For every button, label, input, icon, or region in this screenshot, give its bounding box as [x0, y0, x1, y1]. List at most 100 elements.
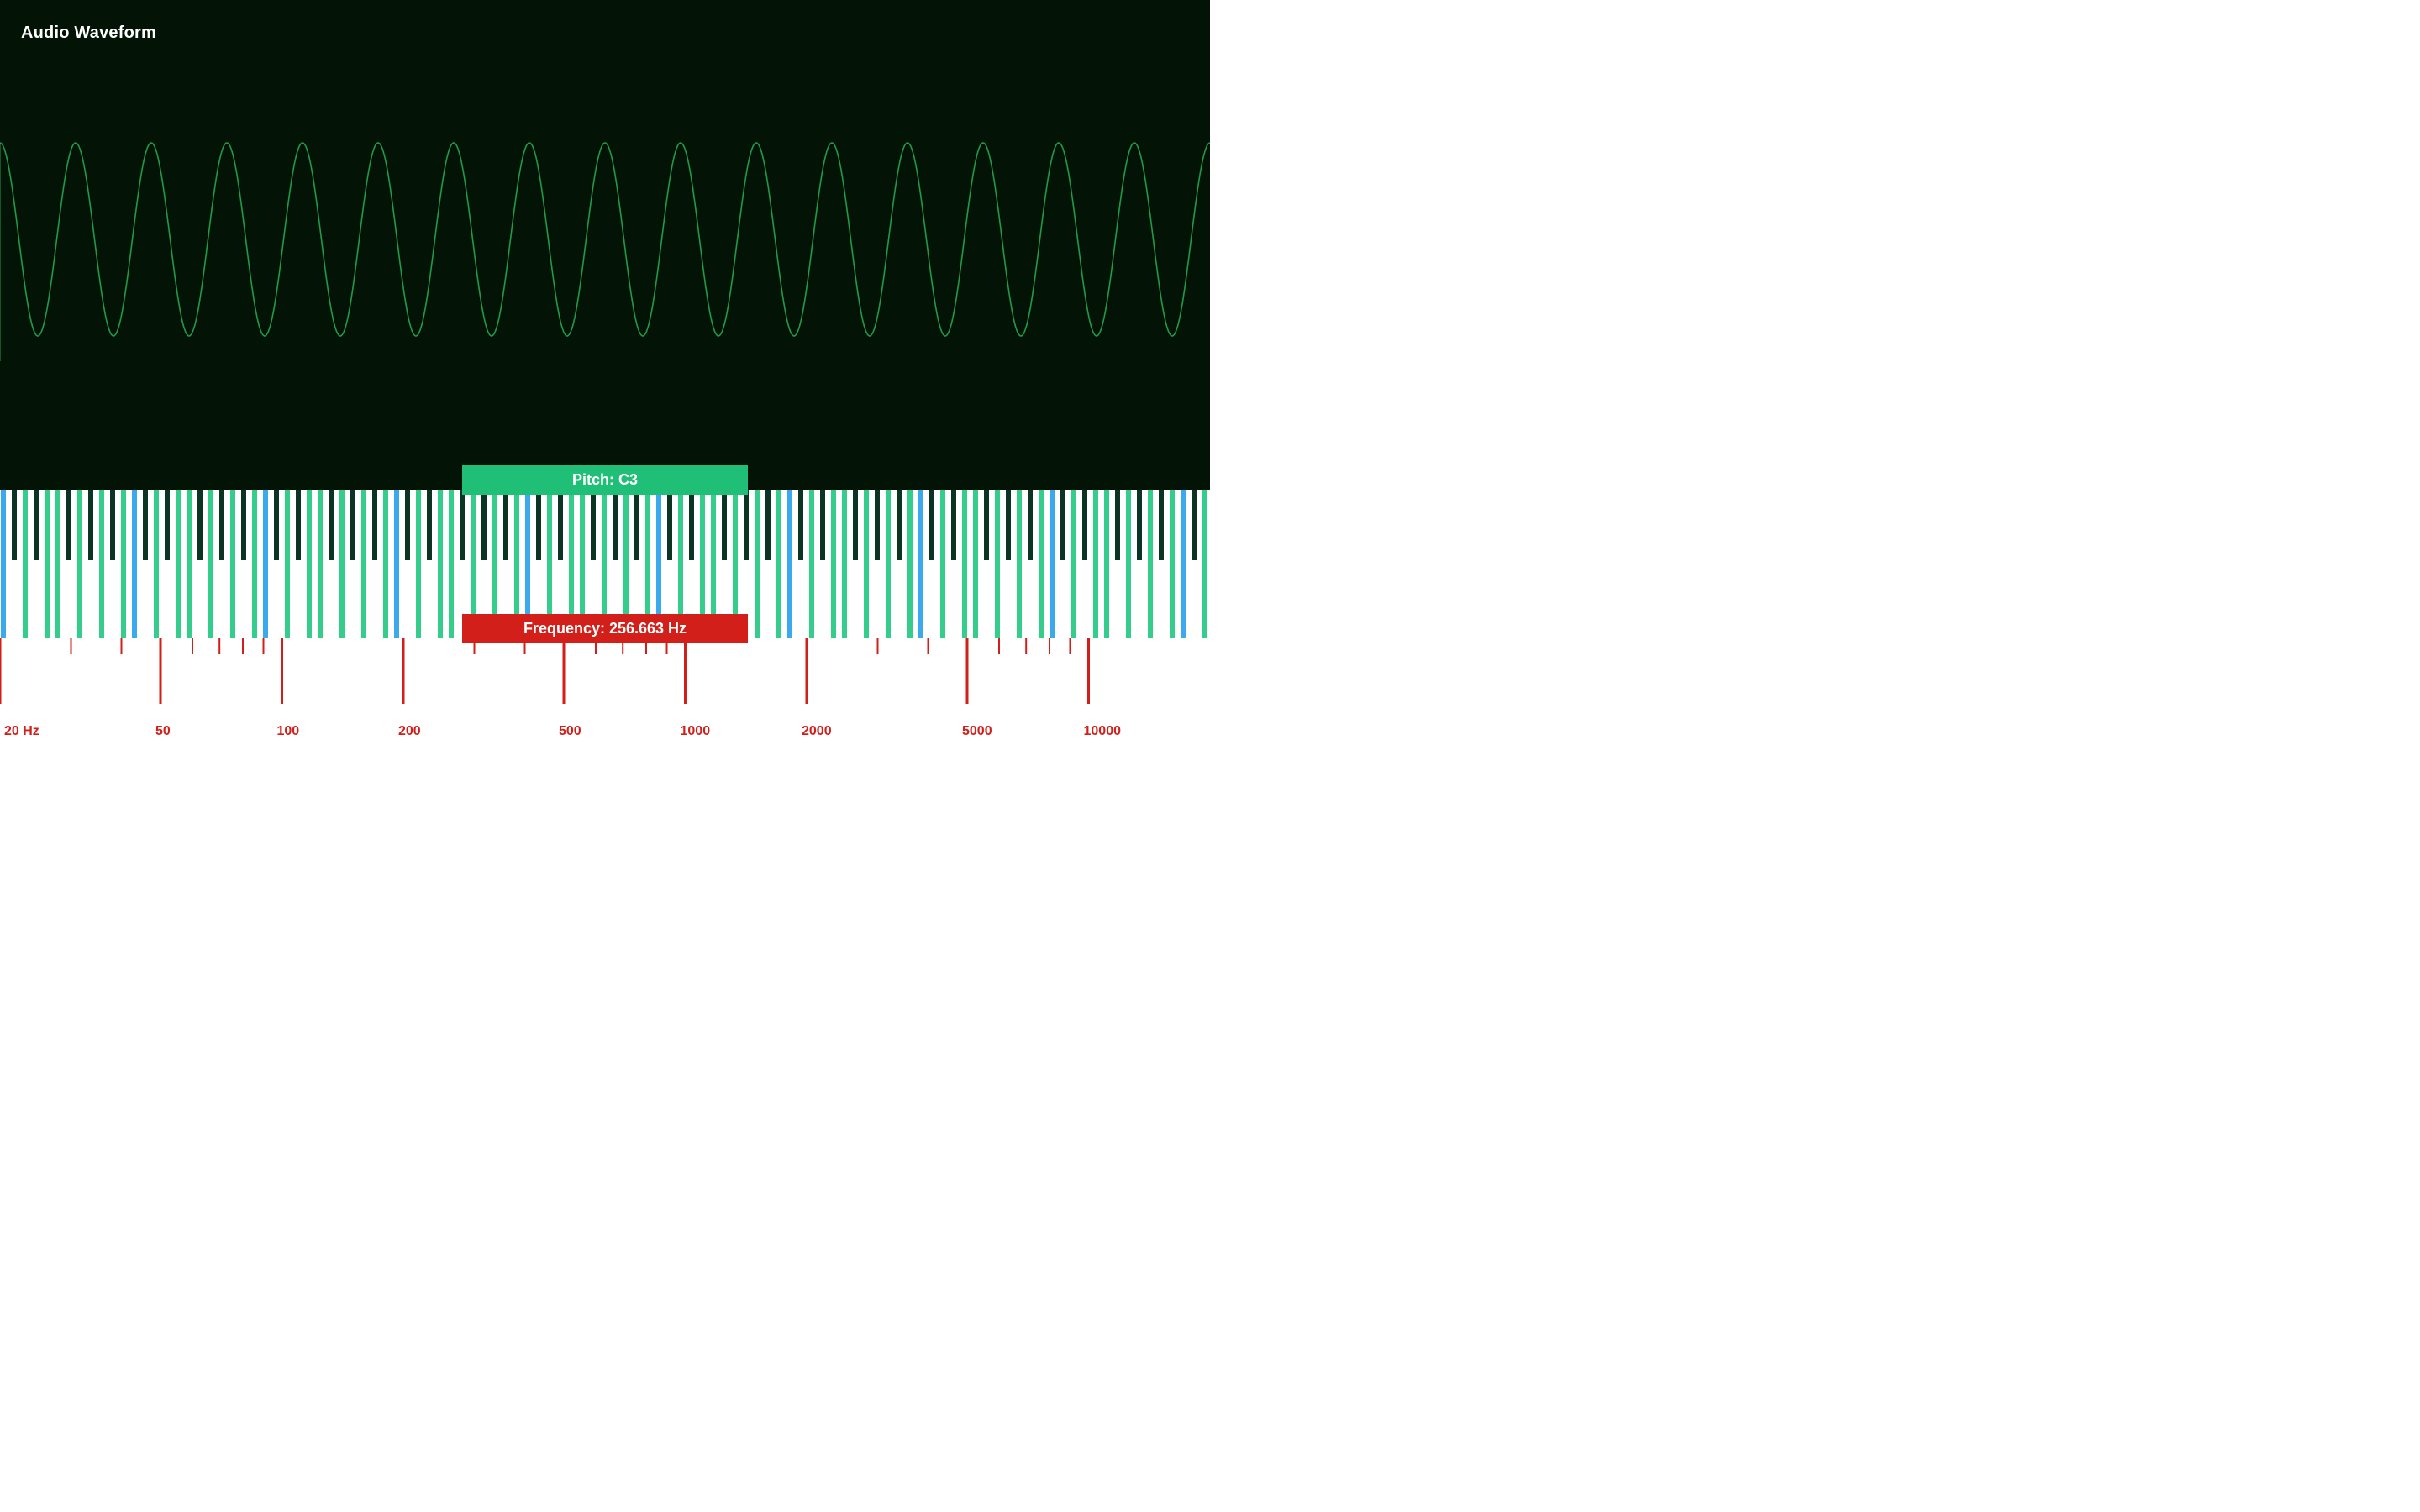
piano-key-white[interactable] [973, 490, 978, 638]
piano-key-black[interactable] [350, 490, 355, 560]
piano-key-black[interactable] [460, 490, 465, 560]
piano-key-black[interactable] [1082, 490, 1087, 560]
piano-key-white[interactable] [908, 490, 913, 638]
piano-key-white[interactable] [339, 490, 345, 638]
piano-key-black[interactable] [34, 490, 39, 560]
piano-key-black[interactable] [405, 490, 410, 560]
piano-key-c[interactable] [918, 490, 923, 638]
piano-key-c[interactable] [1, 490, 6, 638]
piano-key-white[interactable] [1170, 490, 1175, 638]
piano-key-black[interactable] [110, 490, 115, 560]
piano-key-black[interactable] [66, 490, 71, 560]
piano-key-black[interactable] [897, 490, 902, 560]
piano-key-black[interactable] [591, 490, 596, 560]
piano-key-black[interactable] [241, 490, 246, 560]
piano-key-c[interactable] [394, 490, 399, 638]
piano-key-black[interactable] [820, 490, 825, 560]
piano-key-white[interactable] [755, 490, 760, 638]
piano-key-white[interactable] [776, 490, 781, 638]
piano-key-white[interactable] [307, 490, 312, 638]
piano-key-c[interactable] [787, 490, 792, 638]
piano-key-white[interactable] [1202, 490, 1207, 638]
piano-key-c[interactable] [132, 490, 137, 638]
piano-key-black[interactable] [219, 490, 224, 560]
piano-key-black[interactable] [744, 490, 749, 560]
ruler-tick-label: 20 Hz [4, 724, 39, 739]
piano-key-white[interactable] [1093, 490, 1098, 638]
piano-key-black[interactable] [1060, 490, 1065, 560]
piano-key-black[interactable] [536, 490, 541, 560]
piano-key-black[interactable] [765, 490, 771, 560]
piano-key-black[interactable] [1159, 490, 1164, 560]
piano-key-white[interactable] [230, 490, 235, 638]
piano-key-c[interactable] [1050, 490, 1055, 638]
piano-key-black[interactable] [613, 490, 618, 560]
piano-key-white[interactable] [962, 490, 967, 638]
piano-key-black[interactable] [558, 490, 563, 560]
piano-key-white[interactable] [809, 490, 814, 638]
piano-key-white[interactable] [940, 490, 945, 638]
piano-key-black[interactable] [503, 490, 508, 560]
piano-key-black[interactable] [427, 490, 432, 560]
piano-key-black[interactable] [329, 490, 334, 560]
piano-key-white[interactable] [995, 490, 1000, 638]
piano-key-black[interactable] [143, 490, 148, 560]
piano-key-white[interactable] [208, 490, 213, 638]
piano-key-black[interactable] [197, 490, 203, 560]
piano-key-white[interactable] [1104, 490, 1109, 638]
piano-key-black[interactable] [875, 490, 880, 560]
piano-key-black[interactable] [1137, 490, 1142, 560]
piano-key-white[interactable] [842, 490, 847, 638]
piano-key-black[interactable] [798, 490, 803, 560]
piano-key-black[interactable] [853, 490, 858, 560]
piano-key-white[interactable] [383, 490, 388, 638]
piano-key-white[interactable] [1071, 490, 1076, 638]
piano-key-white[interactable] [99, 490, 104, 638]
piano-key-white[interactable] [449, 490, 454, 638]
piano-key-black[interactable] [1006, 490, 1011, 560]
piano-key-white[interactable] [1017, 490, 1022, 638]
piano-key-white[interactable] [831, 490, 836, 638]
piano-key-black[interactable] [1028, 490, 1033, 560]
piano-key-white[interactable] [121, 490, 126, 638]
piano-key-black[interactable] [689, 490, 694, 560]
piano-key-white[interactable] [23, 490, 28, 638]
piano-key-black[interactable] [722, 490, 727, 560]
piano-key-white[interactable] [154, 490, 159, 638]
piano-key-white[interactable] [187, 490, 192, 638]
frequency-ruler[interactable]: 20 Hz5010020050010002000500010000 [0, 638, 1210, 756]
piano-key-black[interactable] [1115, 490, 1120, 560]
piano-key-black[interactable] [274, 490, 279, 560]
piano-key-white[interactable] [416, 490, 421, 638]
piano-key-black[interactable] [634, 490, 639, 560]
piano-key-white[interactable] [55, 490, 60, 638]
piano-key-white[interactable] [252, 490, 257, 638]
piano-key-white[interactable] [1126, 490, 1131, 638]
piano-key-black[interactable] [12, 490, 17, 560]
piano-key-white[interactable] [1148, 490, 1153, 638]
piano-key-black[interactable] [88, 490, 93, 560]
piano-key-white[interactable] [45, 490, 50, 638]
ruler-tick-label: 5000 [962, 724, 992, 739]
piano-key-c[interactable] [1181, 490, 1186, 638]
piano-key-white[interactable] [1039, 490, 1044, 638]
piano-key-black[interactable] [372, 490, 377, 560]
piano-key-black[interactable] [296, 490, 301, 560]
piano-key-white[interactable] [285, 490, 290, 638]
piano-key-black[interactable] [1192, 490, 1197, 560]
piano-key-black[interactable] [481, 490, 487, 560]
piano-key-white[interactable] [886, 490, 891, 638]
piano-key-white[interactable] [77, 490, 82, 638]
piano-key-black[interactable] [929, 490, 934, 560]
piano-key-white[interactable] [318, 490, 323, 638]
ruler-tick-label: 1000 [681, 724, 711, 739]
piano-key-c[interactable] [263, 490, 268, 638]
piano-key-black[interactable] [165, 490, 170, 560]
piano-key-white[interactable] [361, 490, 366, 638]
piano-key-black[interactable] [984, 490, 989, 560]
piano-key-white[interactable] [864, 490, 869, 638]
piano-key-black[interactable] [951, 490, 956, 560]
piano-key-black[interactable] [667, 490, 672, 560]
piano-key-white[interactable] [176, 490, 181, 638]
piano-key-white[interactable] [438, 490, 443, 638]
